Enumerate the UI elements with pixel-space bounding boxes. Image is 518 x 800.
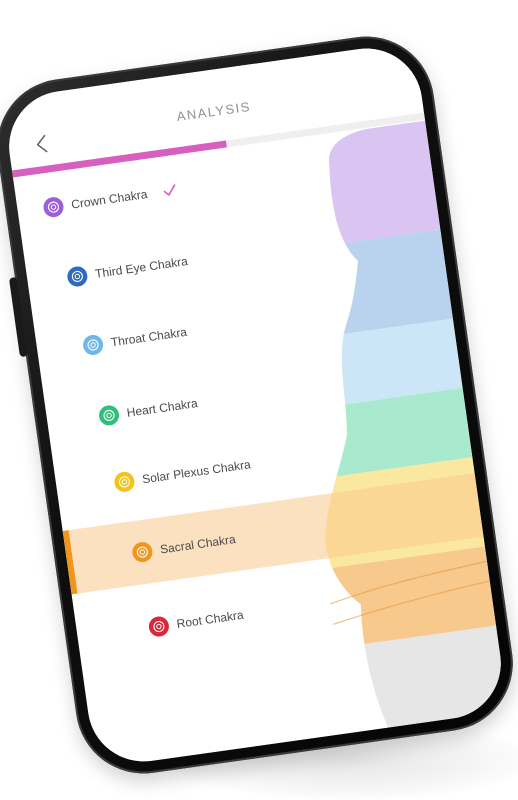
chakra-item-heart[interactable]: Heart Chakra [97, 387, 200, 433]
sacral-chakra-icon [131, 540, 154, 564]
stage: ANALYSIS Crown Chakra Third Eye Chakra Thr… [0, 0, 518, 800]
chakra-label: Solar Plexus Chakra [141, 457, 252, 487]
chakra-label: Root Chakra [175, 607, 245, 631]
throat-chakra-icon [81, 333, 105, 357]
chakra-label: Crown Chakra [70, 187, 149, 212]
phone: ANALYSIS Crown Chakra Third Eye Chakra Thr… [0, 27, 518, 783]
crown-chakra-icon [42, 195, 65, 219]
chakra-item-crown[interactable]: Crown Chakra [41, 174, 179, 224]
chakra-item-third-eye[interactable]: Third Eye Chakra [65, 245, 190, 294]
chakra-item-throat[interactable]: Throat Chakra [81, 316, 189, 362]
chakra-item-root[interactable]: Root Chakra [147, 599, 246, 644]
solar-plexus-chakra-icon [113, 470, 136, 494]
check-icon [163, 184, 176, 196]
chakra-label: Third Eye Chakra [94, 254, 189, 281]
chakra-list: Crown Chakra Third Eye Chakra Throat Chakr… [13, 121, 503, 733]
chakra-label: Heart Chakra [125, 396, 199, 420]
chakra-label: Throat Chakra [109, 324, 188, 350]
heart-chakra-icon [97, 404, 121, 427]
third-eye-chakra-icon [66, 265, 89, 288]
chakra-label: Sacral Chakra [159, 532, 237, 557]
chakra-item-solar-plexus[interactable]: Solar Plexus Chakra [112, 448, 253, 499]
root-chakra-icon [147, 615, 171, 638]
